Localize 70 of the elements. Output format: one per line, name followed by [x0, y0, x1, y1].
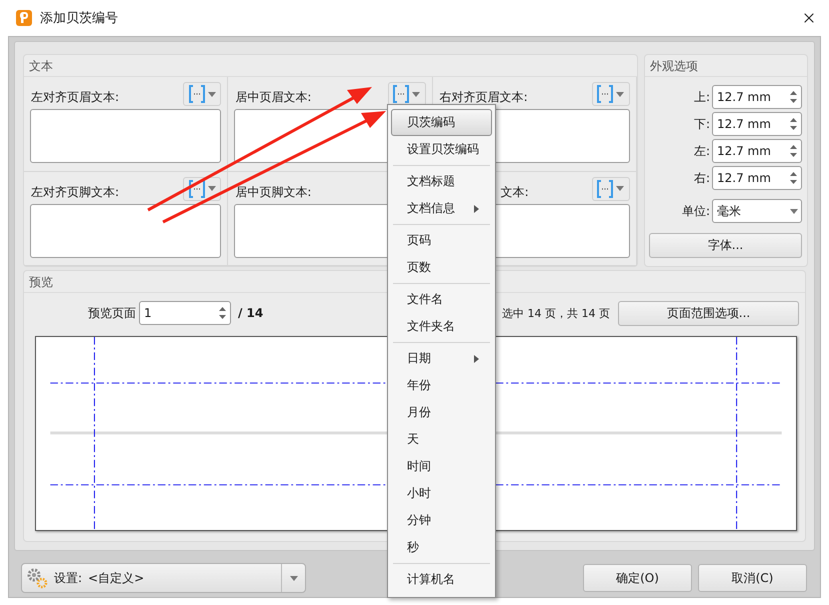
insert-field-button[interactable] — [592, 82, 630, 106]
field-label: 居中页眉文本: — [235, 89, 312, 106]
bracket-dots-icon — [393, 85, 410, 103]
menu-item[interactable]: 贝茨编码 — [391, 109, 492, 136]
caret-icon — [616, 186, 624, 191]
field-label: 左对齐页眉文本: — [31, 89, 120, 106]
page-total: / 14 — [238, 306, 264, 320]
spin-arrows-icon[interactable] — [789, 144, 798, 158]
caret-icon — [790, 208, 798, 214]
margin-label: 下: — [694, 116, 710, 132]
font-button[interactable]: 字体... — [649, 233, 802, 258]
bracket-dots-icon — [597, 180, 614, 198]
menu-item[interactable]: 月份 — [391, 399, 492, 426]
insert-field-button[interactable] — [388, 82, 426, 106]
margin-spinbox[interactable]: 12.7 mm — [712, 85, 802, 109]
app-logo-icon — [16, 10, 32, 26]
menu-item[interactable]: 分钟 — [391, 507, 492, 534]
selection-info: 选中 14 页，共 14 页 — [502, 306, 610, 321]
insert-field-button[interactable] — [592, 176, 630, 200]
caret-icon — [412, 92, 420, 96]
window-title: 添加贝茨编号 — [40, 10, 119, 27]
preview-page-label: 预览页面 — [88, 304, 136, 322]
spin-arrows-icon[interactable] — [789, 90, 798, 104]
group-title: 外观选项 — [645, 55, 807, 77]
unit-dropdown[interactable]: 毫米 — [712, 199, 802, 223]
page-spinbox[interactable]: 1 — [139, 301, 231, 326]
bracket-dots-icon — [597, 85, 614, 103]
menu-item[interactable]: 天 — [391, 426, 492, 453]
menu-item[interactable]: 年份 — [391, 372, 492, 399]
text-area[interactable] — [30, 204, 222, 258]
field-label: 文本: — [500, 184, 529, 200]
margin-label: 上: — [694, 88, 710, 106]
margin-spinbox[interactable]: 12.7 mm — [712, 112, 802, 136]
spin-arrows-icon[interactable] — [218, 306, 227, 320]
menu-item[interactable]: 设置贝茨编码 — [391, 136, 492, 163]
menu-item[interactable]: 秒 — [391, 534, 492, 561]
field-label: 居中页脚文本: — [235, 184, 312, 200]
menu-item[interactable]: 文档信息 — [391, 195, 492, 222]
insert-field-button[interactable] — [183, 82, 222, 106]
spin-arrows-icon[interactable] — [789, 171, 798, 185]
text-area[interactable] — [30, 109, 222, 163]
field-label: 左对齐页脚文本: — [31, 184, 120, 200]
menu-item[interactable]: 日期 — [391, 345, 492, 372]
menu-item[interactable]: 页码 — [391, 227, 492, 254]
caret-icon — [290, 576, 298, 580]
spin-arrows-icon[interactable] — [789, 117, 798, 131]
margin-label: 右: — [694, 170, 710, 186]
menu-item[interactable]: 文档标题 — [391, 168, 492, 195]
dialog-button[interactable]: 取消(C) — [698, 564, 807, 592]
dialog-button[interactable]: 确定(O) — [583, 564, 692, 592]
menu-item[interactable]: 文件夹名 — [391, 313, 492, 340]
field-label: 右对齐页眉文本: — [440, 89, 528, 106]
caret-icon — [208, 92, 216, 96]
menu-item[interactable]: 小时 — [391, 480, 492, 507]
margin-spinbox[interactable]: 12.7 mm — [712, 139, 802, 163]
submenu-arrow-icon — [474, 354, 479, 362]
caret-icon — [208, 186, 216, 191]
margin-spinbox[interactable]: 12.7 mm — [712, 166, 802, 190]
page-range-button[interactable]: 页面范围选项... — [618, 300, 799, 326]
bracket-dots-icon — [188, 180, 205, 198]
margin-label: 左: — [694, 142, 710, 160]
bracket-dots-icon — [188, 85, 205, 103]
gears-icon — [26, 567, 48, 589]
submenu-arrow-icon — [474, 204, 479, 212]
group-title: 文本 — [24, 55, 637, 77]
menu-item[interactable]: 计算机名 — [391, 566, 492, 593]
unit-label: 单位: — [682, 202, 710, 220]
settings-dropdown[interactable]: 设置: <自定义> — [21, 563, 306, 593]
menu-item[interactable]: 时间 — [391, 453, 492, 480]
caret-icon — [616, 92, 624, 96]
